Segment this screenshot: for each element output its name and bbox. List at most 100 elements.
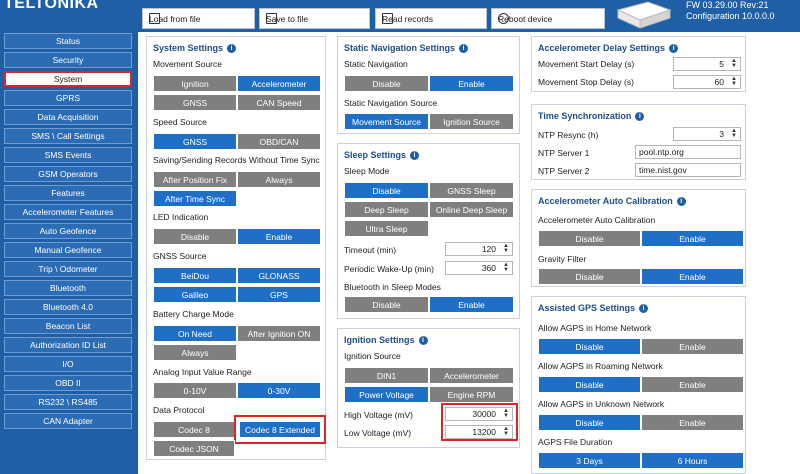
movement-source-ignition[interactable]: Ignition bbox=[153, 75, 237, 92]
gnss-source-glonass[interactable]: GLONASS bbox=[237, 267, 321, 284]
info-icon[interactable]: i bbox=[669, 43, 679, 53]
ignition-source-power-voltage[interactable]: Power Voltage bbox=[344, 386, 429, 403]
sidebar-item-security[interactable]: Security bbox=[4, 52, 132, 68]
info-icon[interactable]: i bbox=[676, 196, 686, 206]
sidebar-item-can-adapter[interactable]: CAN Adapter bbox=[4, 413, 132, 429]
ignition-source-din1[interactable]: DIN1 bbox=[344, 367, 429, 384]
agps-roaming-disable[interactable]: Disable bbox=[538, 376, 641, 393]
sidebar-item-sms-call-settings[interactable]: SMS \ Call Settings bbox=[4, 128, 132, 144]
saving-after-time-sync[interactable]: After Time Sync bbox=[153, 190, 237, 207]
timeout-input[interactable]: 120 ▲ ▼ bbox=[445, 242, 513, 256]
load-from-file-button[interactable]: Load from file bbox=[142, 8, 255, 29]
sleep-mode-disable[interactable]: Disable bbox=[344, 182, 429, 199]
sleep-mode-ultra-sleep[interactable]: Ultra Sleep bbox=[344, 220, 429, 237]
saving-always[interactable]: Always bbox=[237, 171, 321, 188]
sidebar-item-bluetooth[interactable]: Bluetooth bbox=[4, 280, 132, 296]
agps-duration-6-hours[interactable]: 6 Hours bbox=[641, 452, 744, 469]
protocol-codec-8[interactable]: Codec 8 bbox=[153, 421, 235, 438]
sidebar-item-trip-odometer[interactable]: Trip \ Odometer bbox=[4, 261, 132, 277]
analog-0-30v[interactable]: 0-30V bbox=[237, 382, 321, 399]
sidebar-item-bluetooth-4-0[interactable]: Bluetooth 4.0 bbox=[4, 299, 132, 315]
agps-home-enable[interactable]: Enable bbox=[641, 338, 744, 355]
info-icon[interactable]: i bbox=[639, 303, 649, 313]
sleep-mode-gnss-sleep[interactable]: GNSS Sleep bbox=[429, 182, 514, 199]
battery-on-need[interactable]: On Need bbox=[153, 325, 237, 342]
accelerometer-delay-panel: Accelerometer Delay Settings i Movement S… bbox=[531, 36, 746, 92]
info-icon[interactable]: i bbox=[418, 335, 428, 345]
led-enable[interactable]: Enable bbox=[237, 228, 321, 245]
ignition-source-engine-rpm[interactable]: Engine RPM bbox=[429, 386, 514, 403]
sidebar-item-manual-geofence[interactable]: Manual Geofence bbox=[4, 242, 132, 258]
static-navigation-label: Static Navigation bbox=[344, 59, 408, 69]
static-navigation-enable[interactable]: Enable bbox=[429, 75, 514, 92]
info-icon[interactable]: i bbox=[459, 43, 469, 53]
sidebar-item-accelerometer-features[interactable]: Accelerometer Features bbox=[4, 204, 132, 220]
agps-roaming-enable[interactable]: Enable bbox=[641, 376, 744, 393]
speed-source-gnss[interactable]: GNSS bbox=[153, 133, 237, 150]
info-icon[interactable]: i bbox=[227, 43, 237, 53]
agps-home-disable[interactable]: Disable bbox=[538, 338, 641, 355]
gnss-source-gps[interactable]: GPS bbox=[237, 286, 321, 303]
bt-sleep-disable[interactable]: Disable bbox=[344, 296, 429, 313]
spinner-icon[interactable]: ▲ ▼ bbox=[731, 76, 737, 87]
agps-unknown-enable[interactable]: Enable bbox=[641, 414, 744, 431]
sidebar-item-gsm-operators[interactable]: GSM Operators bbox=[4, 166, 132, 182]
sidebar-item-data-acquisition[interactable]: Data Acquisition bbox=[4, 109, 132, 125]
sidebar-item-obd-ii[interactable]: OBD II bbox=[4, 375, 132, 391]
battery-always[interactable]: Always bbox=[153, 344, 237, 361]
reboot-device-button[interactable]: Reboot device bbox=[491, 8, 605, 29]
periodic-wakeup-label: Periodic Wake-Up (min) bbox=[344, 264, 434, 274]
static-nav-source-movement[interactable]: Movement Source bbox=[344, 113, 429, 130]
ignition-source-accelerometer[interactable]: Accelerometer bbox=[429, 367, 514, 384]
analog-0-10v[interactable]: 0-10V bbox=[153, 382, 237, 399]
data-protocol-label: Data Protocol bbox=[153, 405, 205, 415]
movement-start-delay-input[interactable]: 5 ▲ ▼ bbox=[673, 57, 741, 71]
auto-calibration-enable[interactable]: Enable bbox=[641, 230, 744, 247]
agps-unknown-disable[interactable]: Disable bbox=[538, 414, 641, 431]
ntp-server1-input[interactable]: pool.ntp.org bbox=[635, 145, 741, 159]
sidebar-item-status[interactable]: Status bbox=[4, 33, 132, 49]
sidebar-item-sms-events[interactable]: SMS Events bbox=[4, 147, 132, 163]
sleep-mode-online-deep-sleep[interactable]: Online Deep Sleep bbox=[429, 201, 514, 218]
sidebar-item-system[interactable]: System bbox=[4, 71, 132, 87]
top-bar: TELTONIKA Load from file Save to file Re… bbox=[0, 0, 800, 32]
sidebar-item-auto-geofence[interactable]: Auto Geofence bbox=[4, 223, 132, 239]
sidebar-item-features[interactable]: Features bbox=[4, 185, 132, 201]
spinner-icon[interactable]: ▲ ▼ bbox=[503, 243, 509, 254]
accelerometer-calibration-title: Accelerometer Auto Calibration i bbox=[538, 196, 686, 206]
ntp-resync-input[interactable]: 3 ▲ ▼ bbox=[673, 127, 741, 141]
periodic-wakeup-input[interactable]: 360 ▲ ▼ bbox=[445, 261, 513, 275]
spinner-icon[interactable]: ▲ ▼ bbox=[731, 58, 737, 69]
auto-calibration-disable[interactable]: Disable bbox=[538, 230, 641, 247]
speed-source-obd-can[interactable]: OBD/CAN bbox=[237, 133, 321, 150]
movement-stop-delay-input[interactable]: 60 ▲ ▼ bbox=[673, 75, 741, 89]
spinner-icon[interactable]: ▲ ▼ bbox=[503, 262, 509, 273]
gravity-filter-disable[interactable]: Disable bbox=[538, 268, 641, 285]
saving-after-position-fix[interactable]: After Position Fix bbox=[153, 171, 237, 188]
agps-duration-3-days[interactable]: 3 Days bbox=[538, 452, 641, 469]
movement-source-gnss[interactable]: GNSS bbox=[153, 94, 237, 111]
sidebar-item-rs232-rs485[interactable]: RS232 \ RS485 bbox=[4, 394, 132, 410]
gnss-source-galileo[interactable]: Galileo bbox=[153, 286, 237, 303]
sleep-mode-deep-sleep[interactable]: Deep Sleep bbox=[344, 201, 429, 218]
sidebar-item-i-o[interactable]: I/O bbox=[4, 356, 132, 372]
gnss-source-beidou[interactable]: BeiDou bbox=[153, 267, 237, 284]
movement-source-can-speed[interactable]: CAN Speed bbox=[237, 94, 321, 111]
battery-after-ignition-on[interactable]: After Ignition ON bbox=[237, 325, 321, 342]
sidebar-item-beacon-list[interactable]: Beacon List bbox=[4, 318, 132, 334]
gravity-filter-enable[interactable]: Enable bbox=[641, 268, 744, 285]
movement-source-accelerometer[interactable]: Accelerometer bbox=[237, 75, 321, 92]
spinner-icon[interactable]: ▲ ▼ bbox=[731, 128, 737, 139]
save-to-file-button[interactable]: Save to file bbox=[259, 8, 370, 29]
sidebar-item-authorization-id-list[interactable]: Authorization ID List bbox=[4, 337, 132, 353]
static-nav-source-ignition[interactable]: Ignition Source bbox=[429, 113, 514, 130]
sidebar-item-gprs[interactable]: GPRS bbox=[4, 90, 132, 106]
static-navigation-disable[interactable]: Disable bbox=[344, 75, 429, 92]
led-disable[interactable]: Disable bbox=[153, 228, 237, 245]
read-records-button[interactable]: Read records bbox=[375, 8, 487, 29]
protocol-codec-json[interactable]: Codec JSON bbox=[153, 440, 235, 457]
info-icon[interactable]: i bbox=[635, 111, 645, 121]
ntp-server2-input[interactable]: time.nist.gov bbox=[635, 163, 741, 177]
bt-sleep-enable[interactable]: Enable bbox=[429, 296, 514, 313]
info-icon[interactable]: i bbox=[410, 150, 420, 160]
